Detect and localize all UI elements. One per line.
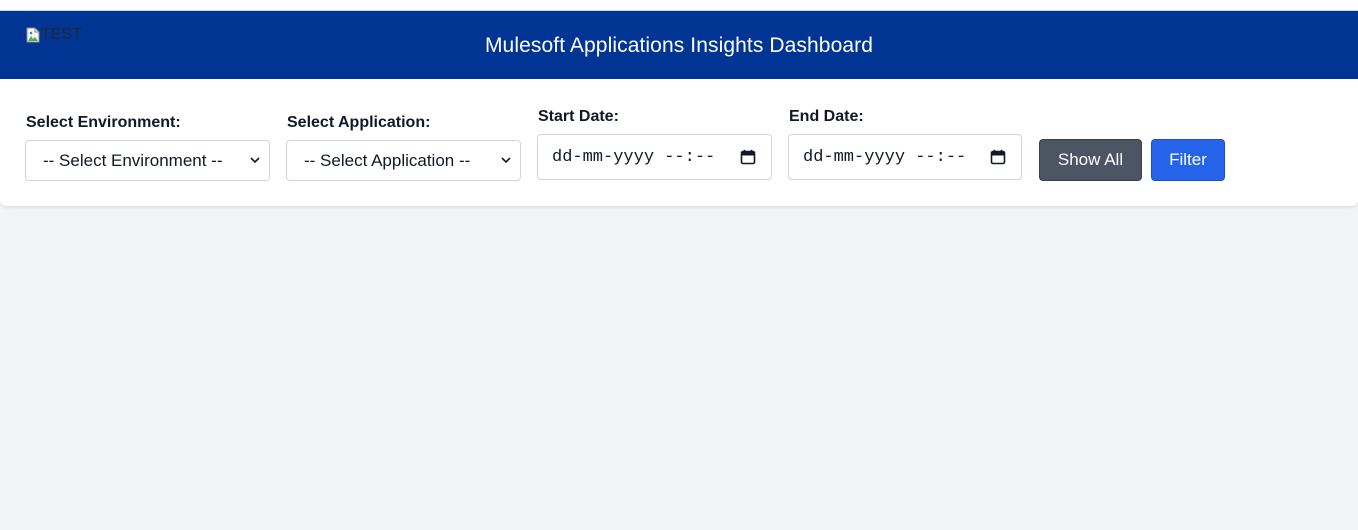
chevron-down-icon (498, 157, 514, 164)
end-date-value: dd-mm-yyyy --:-- (803, 147, 967, 167)
start-date-value: dd-mm-yyyy --:-- (552, 147, 716, 167)
application-select-value: -- Select Application -- (304, 150, 471, 170)
app-header: TEST Mulesoft Applications Insights Dash… (0, 10, 1358, 79)
application-select[interactable]: -- Select Application -- (286, 140, 521, 181)
filter-button[interactable]: Filter (1151, 139, 1225, 181)
environment-select-value: -- Select Environment -- (43, 150, 223, 170)
browser-top-strip (0, 0, 1358, 10)
filter-panel: Select Environment: -- Select Environmen… (0, 79, 1358, 206)
environment-select[interactable]: -- Select Environment -- (25, 140, 270, 181)
calendar-icon[interactable] (989, 149, 1007, 165)
calendar-icon[interactable] (739, 149, 757, 165)
application-label: Select Application: (287, 114, 431, 131)
show-all-button[interactable]: Show All (1039, 139, 1142, 181)
environment-label: Select Environment: (26, 114, 181, 131)
page-title: Mulesoft Applications Insights Dashboard (484, 33, 874, 57)
start-date-label: Start Date: (538, 108, 619, 125)
end-date-input[interactable]: dd-mm-yyyy --:-- (788, 134, 1022, 180)
start-date-input[interactable]: dd-mm-yyyy --:-- (537, 134, 772, 180)
chevron-down-icon (247, 157, 263, 164)
end-date-label: End Date: (789, 108, 864, 125)
